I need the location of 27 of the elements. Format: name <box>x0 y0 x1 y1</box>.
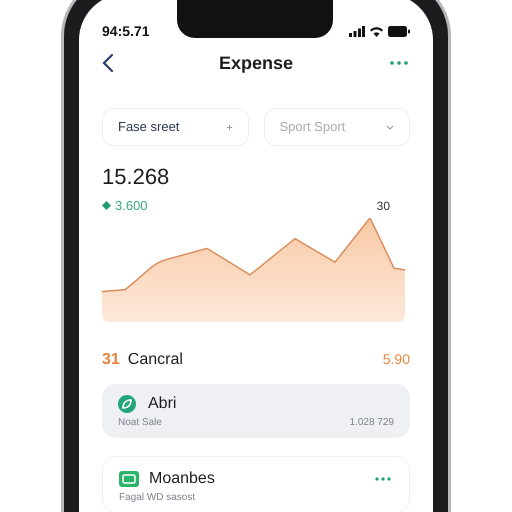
card-subtitle: Noat Sale <box>118 416 162 428</box>
card-title: Abri <box>148 394 176 414</box>
plus-icon <box>226 124 232 130</box>
badge-icon <box>102 201 111 210</box>
card-subtitle: Fagal WD sasost <box>119 492 196 504</box>
card-title: Moanbes <box>149 468 215 488</box>
total-amount: 15.268 <box>102 163 170 191</box>
section-title: Cancral <box>128 350 183 370</box>
section-amount: 5.90 <box>382 350 410 369</box>
more-icon <box>375 476 391 480</box>
wallet-icon <box>119 470 139 488</box>
page-title: Expense <box>218 52 294 75</box>
more-icon <box>390 61 408 65</box>
card-value: 1.028 729 <box>350 416 394 428</box>
chevron-down-icon <box>386 124 394 130</box>
signal-icon <box>349 26 365 37</box>
list-card[interactable]: Moanbes Fagal WD sasost <box>102 456 410 512</box>
item-count: 31 <box>102 350 120 370</box>
peak-label: 30 <box>376 198 391 215</box>
back-icon <box>102 53 114 73</box>
list-card[interactable]: Abri Noat Sale 1.028 729 <box>102 384 410 438</box>
change-amount: 3.600 <box>115 197 148 215</box>
wifi-icon <box>369 26 384 37</box>
battery-icon <box>388 26 410 37</box>
status-time: 94:5.71 <box>102 22 150 41</box>
leaf-icon <box>118 394 138 412</box>
dropdown[interactable]: Fase sreet <box>102 108 248 146</box>
